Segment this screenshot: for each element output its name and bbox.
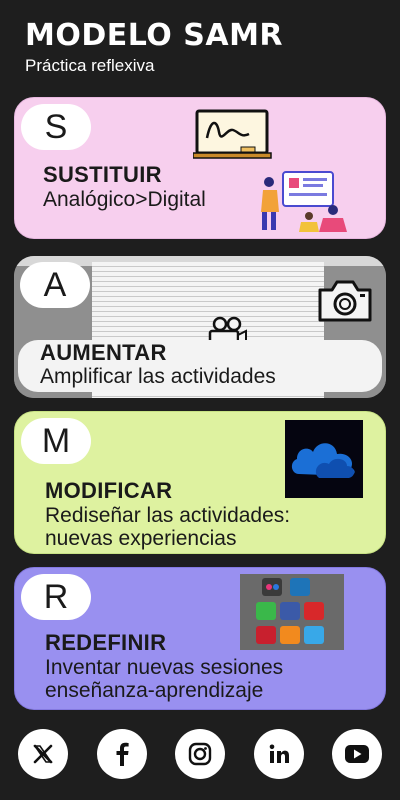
x-button[interactable] [18,729,68,779]
facebook-icon [116,742,129,766]
youtube-button[interactable] [332,729,382,779]
social-media-cubes-icon [240,574,344,650]
onedrive-cloud-icon [285,420,363,498]
whiteboard-icon [193,109,272,159]
card-modificar: M MODIFICAR Rediseñar las actividades: n… [14,411,386,554]
card-sustituir: S SUSTITUIR Analógico>Digital [14,97,386,239]
page-subtitle: Práctica reflexiva [25,56,155,75]
facebook-button[interactable] [96,729,147,779]
letter-badge-s: S [21,104,91,150]
card-desc-aumentar: Amplificar las actividades [40,365,276,388]
header: MODELO SAMR Práctica reflexiva [25,18,283,76]
presentation-illustration [261,171,347,232]
card-desc-line-2: nuevas experiencias [45,527,237,550]
letter-badge-m: M [21,418,91,464]
card-desc-line-2: enseñanza-aprendizaje [45,679,264,702]
card-aumentar: A AUMENTAR Amplificar las actividades [14,256,386,398]
camera-icon [318,280,372,322]
social-links [18,729,382,779]
youtube-icon [345,745,369,763]
card-desc-redefinir: Inventar nuevas sesiones enseñanza-apren… [45,656,283,702]
card-desc-line-1: Inventar nuevas sesiones [45,656,284,679]
card-title-redefinir: REDEFINIR [45,630,167,655]
x-icon [33,744,53,764]
instagram-button[interactable] [175,729,225,779]
card-title-aumentar: AUMENTAR [40,340,167,365]
card-desc-line-1: Rediseñar las actividades: [45,504,291,527]
card-desc-sustituir: Analógico>Digital [43,188,206,211]
letter-badge-r: R [21,574,91,620]
card-title-modificar: MODIFICAR [45,478,173,503]
letter-badge-a: A [20,262,90,308]
page-title: MODELO SAMR [25,18,284,53]
card-redefinir: R REDEFINIR Inventar nuevas sesiones ens… [14,567,386,710]
linkedin-icon [269,744,289,763]
card-desc-modificar: Rediseñar las actividades: nuevas experi… [45,504,290,550]
linkedin-button[interactable] [253,729,304,779]
instagram-icon [188,742,212,766]
card-title-sustituir: SUSTITUIR [43,162,162,187]
